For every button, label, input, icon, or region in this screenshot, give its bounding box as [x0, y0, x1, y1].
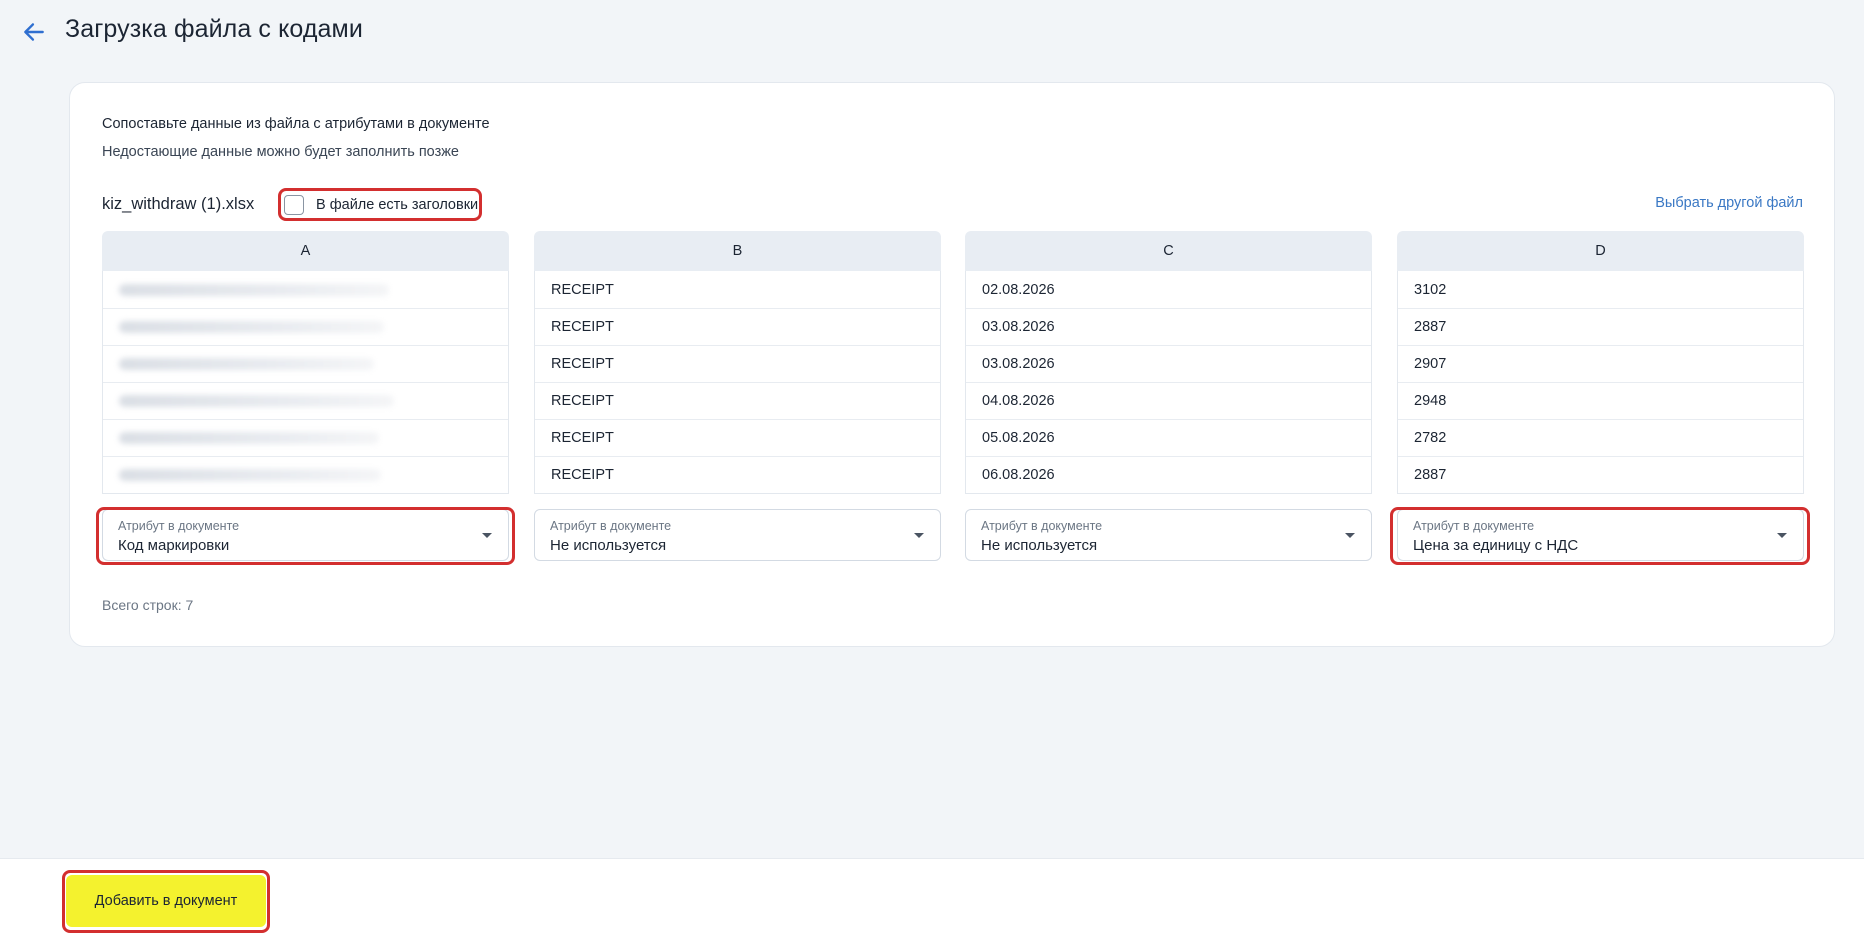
total-rows-text: Всего строк: 7	[102, 597, 194, 613]
table-cell: RECEIPT	[535, 382, 940, 419]
page-header: Загрузка файла с кодами	[0, 0, 1864, 62]
column-header: A	[102, 231, 509, 271]
column-header: B	[534, 231, 941, 271]
masked-code	[119, 283, 389, 296]
table-cell	[103, 271, 508, 308]
headers-checkbox[interactable]	[284, 195, 304, 215]
column-a: A	[102, 231, 509, 494]
column-rows: 3102 2887 2907 2948 2782 2887	[1397, 271, 1804, 494]
mapping-card: Сопоставьте данные из файла с атрибутами…	[69, 82, 1835, 647]
column-c: C 02.08.2026 03.08.2026 03.08.2026 04.08…	[965, 231, 1372, 494]
arrow-left-icon	[24, 23, 44, 41]
table-cell: 2948	[1398, 382, 1803, 419]
file-name: kiz_withdraw (1).xlsx	[102, 195, 255, 213]
attribute-select-a[interactable]: Атрибут в документе Код маркировки	[102, 509, 509, 561]
masked-code	[119, 321, 384, 333]
table-cell	[103, 382, 508, 419]
masked-code	[119, 358, 374, 370]
table-cell	[103, 345, 508, 382]
table-cell: RECEIPT	[535, 345, 940, 382]
headers-checkbox-label: В файле есть заголовки	[316, 197, 479, 213]
intro-title: Сопоставьте данные из файла с атрибутами…	[102, 116, 490, 132]
table-cell: 04.08.2026	[966, 382, 1371, 419]
masked-code	[119, 395, 394, 407]
table-cell: 05.08.2026	[966, 419, 1371, 456]
attribute-select-d[interactable]: Атрибут в документе Цена за единицу с НД…	[1397, 509, 1804, 561]
column-b: B RECEIPT RECEIPT RECEIPT RECEIPT RECEIP…	[534, 231, 941, 494]
add-to-document-button[interactable]: Добавить в документ	[66, 875, 266, 927]
select-label: Атрибут в документе	[981, 519, 1103, 533]
column-rows	[102, 271, 509, 494]
footer-bar: Добавить в документ	[0, 858, 1864, 934]
table-cell: RECEIPT	[535, 419, 940, 456]
column-header: D	[1397, 231, 1804, 271]
select-label: Атрибут в документе	[550, 519, 672, 533]
attribute-select-b[interactable]: Атрибут в документе Не используется	[534, 509, 941, 561]
column-rows: 02.08.2026 03.08.2026 03.08.2026 04.08.2…	[965, 271, 1372, 494]
change-file-link[interactable]: Выбрать другой файл	[1655, 195, 1803, 211]
table-cell: 2907	[1398, 345, 1803, 382]
select-label: Атрибут в документе	[1413, 519, 1535, 533]
table-cell	[103, 456, 508, 493]
table-cell: RECEIPT	[551, 281, 614, 298]
headers-checkbox-control[interactable]: В файле есть заголовки	[280, 190, 482, 220]
select-value: Не используется	[981, 537, 1098, 554]
back-button[interactable]	[18, 16, 50, 48]
table-cell: 03.08.2026	[966, 345, 1371, 382]
caret-down-icon	[1777, 533, 1787, 538]
table-cell: 06.08.2026	[966, 456, 1371, 493]
table-cell: RECEIPT	[535, 456, 940, 493]
table-cell: 2887	[1398, 456, 1803, 493]
select-value: Не используется	[550, 537, 667, 554]
column-header: C	[965, 231, 1372, 271]
caret-down-icon	[1345, 533, 1355, 538]
select-value: Цена за единицу с НДС	[1413, 537, 1579, 554]
table-cell: 2887	[1398, 308, 1803, 345]
table-cell: 2782	[1398, 419, 1803, 456]
attribute-select-c[interactable]: Атрибут в документе Не используется	[965, 509, 1372, 561]
table-cell	[103, 308, 508, 345]
caret-down-icon	[914, 533, 924, 538]
column-rows: RECEIPT RECEIPT RECEIPT RECEIPT RECEIPT …	[534, 271, 941, 494]
page-title: Загрузка файла с кодами	[65, 15, 363, 43]
masked-code	[119, 432, 379, 444]
table-cell: 3102	[1414, 281, 1447, 298]
table-cell: RECEIPT	[535, 308, 940, 345]
table-cell: 03.08.2026	[966, 308, 1371, 345]
table-cell: 02.08.2026	[982, 281, 1055, 298]
column-d: D 3102 2887 2907 2948 2782 2887	[1397, 231, 1804, 494]
select-label: Атрибут в документе	[118, 519, 240, 533]
table-cell	[103, 419, 508, 456]
intro-subtitle: Недостающие данные можно будет заполнить…	[102, 144, 459, 160]
caret-down-icon	[482, 533, 492, 538]
masked-code	[119, 469, 381, 481]
select-value: Код маркировки	[118, 537, 230, 554]
